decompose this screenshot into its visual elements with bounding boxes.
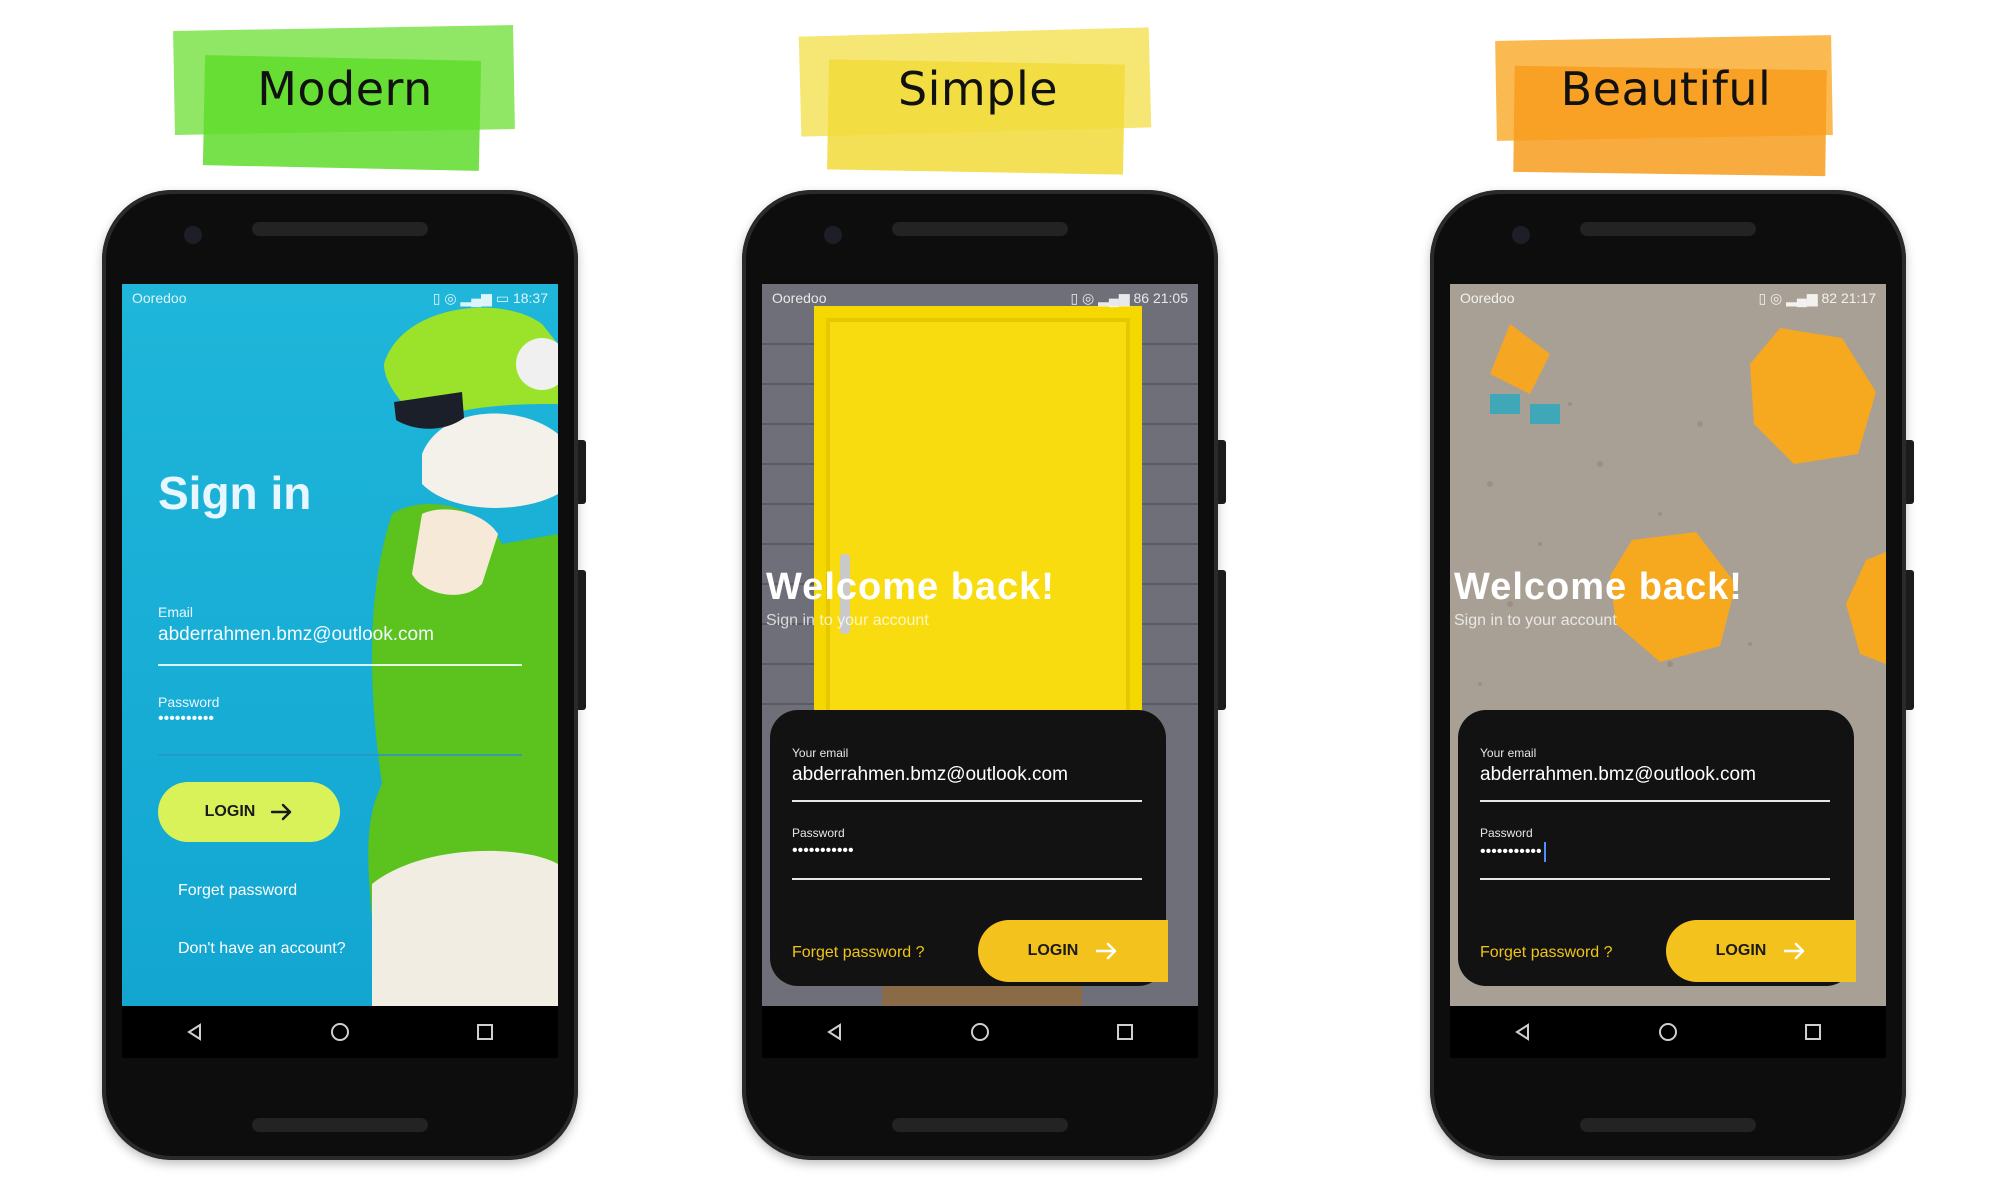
page-title: Sign in [158,467,312,519]
recents-icon[interactable] [1793,1012,1833,1052]
email-field[interactable]: abderrahmen.bmz@outlook.com [1480,764,1756,786]
phone-beautiful: Ooredoo ▯ ◎ ▂▄▆ 82 21:17 Welcome back! S… [1430,190,1914,1160]
nav-bar [1450,1006,1886,1058]
status-bar: Ooredoo ▯ ◎ ▂▄▆ 86 21:05 [762,284,1198,312]
label-simple: Simple [798,20,1158,175]
signup-link[interactable]: Don't have an account? [178,940,346,958]
email-underline [792,800,1142,802]
login-label: LOGIN [1027,942,1079,959]
login-card: Your email abderrahmen.bmz@outlook.com P… [1458,710,1856,986]
screen-beautiful: Ooredoo ▯ ◎ ▂▄▆ 82 21:17 Welcome back! S… [1450,284,1886,1006]
home-icon[interactable] [320,1012,360,1052]
welcome-heading: Welcome back! [1454,566,1743,608]
status-bar: Ooredoo ▯ ◎ ▂▄▆ 82 21:17 [1450,284,1886,312]
arrow-right-icon [1096,942,1117,960]
front-camera [184,226,202,244]
email-label: Your email [1480,746,1537,760]
home-icon[interactable] [1648,1012,1688,1052]
email-label: Your email [792,746,849,760]
forget-password-link[interactable]: Forget password ? [1480,944,1613,962]
nav-bar [122,1006,558,1058]
email-field[interactable]: abderrahmen.bmz@outlook.com [792,764,1068,786]
phone-simple: Ooredoo ▯ ◎ ▂▄▆ 86 21:05 Welcome back! S… [742,190,1226,1160]
arrow-right-icon [271,803,292,821]
screen-modern: Ooredoo ▯ ◎ ▂▄▆ ▭ 18:37 Sign in Email ab… [122,284,558,1006]
welcome-heading: Welcome back! [766,566,1055,608]
login-label: LOGIN [204,803,256,820]
label-beautiful-text: Beautiful [1560,62,1772,116]
clock: 21:05 [1152,289,1188,306]
status-icons: ▯ ◎ ▂▄▆ 86 [1070,289,1150,306]
home-icon[interactable] [960,1012,1000,1052]
carrier-name: Ooredoo [772,290,827,306]
label-simple-text: Simple [897,62,1059,116]
carrier-name: Ooredoo [132,290,187,306]
welcome-subtitle: Sign in to your account [1454,612,1617,629]
login-label: LOGIN [1715,942,1767,959]
back-icon[interactable] [1503,1012,1543,1052]
showcase: Modern Simple Beautiful Ooredoo ▯ ◎ ▂▄▆ … [0,0,2004,1204]
welcome-subtitle: Sign in to your account [766,612,929,629]
password-field[interactable]: ••••••••••• [792,842,854,860]
recents-icon[interactable] [465,1012,505,1052]
email-underline [1480,800,1830,802]
status-bar: Ooredoo ▯ ◎ ▂▄▆ ▭ 18:37 [122,284,558,312]
recents-icon[interactable] [1105,1012,1145,1052]
password-label: Password [792,826,845,840]
label-modern-text: Modern [257,62,433,116]
arrow-right-icon [1784,942,1805,960]
bottom-speaker [892,1118,1068,1132]
password-underline [792,878,1142,880]
phone-modern: Ooredoo ▯ ◎ ▂▄▆ ▭ 18:37 Sign in Email ab… [102,190,586,1160]
forget-password-link[interactable]: Forget password ? [792,944,925,962]
text-cursor [1543,842,1546,862]
back-icon[interactable] [175,1012,215,1052]
front-camera [824,226,842,244]
password-field[interactable]: •••••••••• [158,710,214,728]
password-label: Password [158,694,220,710]
front-camera [1512,226,1530,244]
password-underline [1480,878,1830,880]
top-speaker [892,222,1068,236]
status-icons: ▯ ◎ ▂▄▆ ▭ [432,289,510,306]
top-speaker [1580,222,1756,236]
password-field[interactable]: ••••••••••• [1480,842,1546,862]
label-modern: Modern [170,20,520,171]
carrier-name: Ooredoo [1460,290,1515,306]
bottom-speaker [252,1118,428,1132]
login-button[interactable]: LOGIN [158,782,340,842]
label-beautiful: Beautiful [1495,20,1836,177]
back-icon[interactable] [815,1012,855,1052]
password-label: Password [1480,826,1533,840]
screen-simple: Ooredoo ▯ ◎ ▂▄▆ 86 21:05 Welcome back! S… [762,284,1198,1006]
status-icons: ▯ ◎ ▂▄▆ 82 [1758,289,1838,306]
clock: 21:17 [1840,289,1876,306]
login-button[interactable]: LOGIN [978,920,1168,982]
email-underline [158,664,522,666]
top-speaker [252,222,428,236]
password-value: ••••••••••• [1480,843,1542,861]
bottom-speaker [1580,1118,1756,1132]
password-underline [158,754,522,756]
nav-bar [762,1006,1198,1058]
clock: 18:37 [512,289,548,306]
forget-password-link[interactable]: Forget password [178,882,297,900]
email-field[interactable]: abderrahmen.bmz@outlook.com [158,624,434,646]
login-card: Your email abderrahmen.bmz@outlook.com P… [770,710,1168,986]
login-button[interactable]: LOGIN [1666,920,1856,982]
email-label: Email [158,604,194,620]
